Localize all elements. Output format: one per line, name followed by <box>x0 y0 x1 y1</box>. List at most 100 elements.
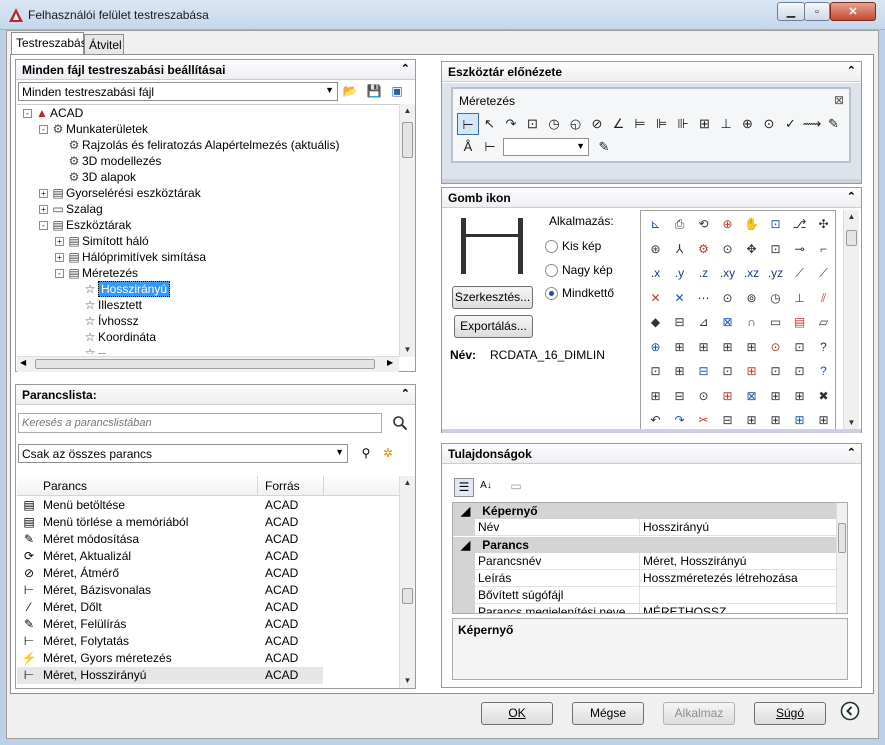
button-image-icon[interactable]: ⊚ <box>741 288 762 309</box>
button-image-icon[interactable]: ▭ <box>765 312 786 333</box>
toolbar-button-icon[interactable]: ⟿ <box>801 113 823 135</box>
button-image-icon[interactable]: ⊞ <box>765 386 786 407</box>
button-image-icon[interactable]: ⊞ <box>669 337 690 358</box>
edit-button[interactable]: Szerkesztés... <box>452 286 533 309</box>
button-image-icon[interactable]: ⊡ <box>717 361 738 382</box>
button-image-icon[interactable]: ⊡ <box>789 361 810 382</box>
splitter[interactable] <box>442 179 861 183</box>
toolbar-button-icon[interactable]: ◵ <box>565 113 587 135</box>
tree-item[interactable]: ⚙ 3D modellezés <box>55 153 162 169</box>
command-row[interactable]: ▤ Menü törlése a memóriából ACAD <box>17 514 323 531</box>
button-image-icon[interactable]: ⊠ <box>741 386 762 407</box>
search-icon[interactable] <box>392 415 408 431</box>
command-row[interactable]: ⊢ Méret, Folytatás ACAD <box>17 633 323 650</box>
prop-desc-row[interactable]: Leírás Hosszméretezés létrehozása <box>453 570 837 587</box>
button-image-icon[interactable]: ⊟ <box>669 386 690 407</box>
save-as-icon[interactable]: ▣ <box>389 83 405 99</box>
collapse-icon[interactable]: ⌃ <box>401 62 410 75</box>
button-image-icon[interactable]: ⊞ <box>741 361 762 382</box>
button-image-icon[interactable]: ⌐ <box>813 239 834 260</box>
button-image-icon[interactable]: ⎇ <box>789 214 810 235</box>
scroll-thumb[interactable] <box>838 523 846 553</box>
scroll-thumb[interactable] <box>846 230 857 246</box>
col-command[interactable]: Parancs <box>43 476 87 496</box>
button-image-icon[interactable]: ⊸ <box>789 239 810 260</box>
button-image-icon[interactable]: ⊞ <box>693 337 714 358</box>
button-image-icon[interactable]: ⊥ <box>789 288 810 309</box>
command-row[interactable]: ⟳ Méret, Aktualizál ACAD <box>17 548 323 565</box>
toolbar-button-icon[interactable]: ✎ <box>823 113 845 135</box>
button-image-icon[interactable]: ⊾ <box>645 214 666 235</box>
category-display[interactable]: ◢ Képernyő <box>453 503 837 519</box>
button-image-icon[interactable]: ⟋ <box>813 263 834 284</box>
close-button[interactable]: ✕ <box>830 2 876 21</box>
dim-style-combo[interactable]: ▼ <box>503 138 589 156</box>
scroll-up-icon[interactable]: ▲ <box>844 210 859 224</box>
toolbar-button-icon[interactable]: ⊘ <box>586 113 608 135</box>
prop-cmdname-row[interactable]: Parancsnév Méret, Hosszirányú <box>453 553 837 570</box>
button-image-icon[interactable]: ▱ <box>813 312 834 333</box>
button-image-icon[interactable]: ⅄ <box>669 239 690 260</box>
prop-name-row[interactable]: Név Hosszirányú <box>453 519 837 536</box>
tree-hscrollbar[interactable]: ◀ ▶ <box>17 356 399 372</box>
button-image-icon[interactable]: ⊟ <box>669 312 690 333</box>
button-image-icon[interactable]: ⟲ <box>693 214 714 235</box>
tab-transfer[interactable]: Átvitel <box>84 34 124 54</box>
radio-both[interactable]: Mindkettő <box>545 286 614 301</box>
button-image-icon[interactable]: ⊞ <box>741 410 762 429</box>
toolbar-close-icon[interactable]: ⊠ <box>834 93 844 107</box>
toolbar-button-icon[interactable]: ↷ <box>500 113 522 135</box>
toolbar-button-icon[interactable]: ⊡ <box>522 113 544 135</box>
tree-item[interactable]: - ▤ Méretezés <box>55 265 138 281</box>
button-image-icon[interactable]: ⊞ <box>669 361 690 382</box>
button-image-icon[interactable]: ⊠ <box>717 312 738 333</box>
prop-display-row[interactable]: Parancs megjelenítési neve MÉRETHOSSZ <box>453 604 837 613</box>
button-image-icon[interactable]: ⎙ <box>669 214 690 235</box>
help-button[interactable]: Súgó <box>754 702 826 725</box>
scroll-right-icon[interactable]: ▶ <box>387 358 393 367</box>
button-image-icon[interactable]: ⊞ <box>741 337 762 358</box>
property-pages-icon[interactable]: ▭ <box>508 478 524 494</box>
tree-vscrollbar[interactable]: ▲ ▼ <box>399 104 415 357</box>
files-combo[interactable]: Minden testreszabási fájl ▼ <box>18 82 338 101</box>
button-image-icon[interactable]: ✕ <box>645 288 666 309</box>
expand-toggle-icon[interactable]: - <box>55 269 64 279</box>
tree-item[interactable]: ☆ Ívhossz <box>71 313 139 329</box>
button-image-icon[interactable]: ✣ <box>813 214 834 235</box>
toolbar-button-icon[interactable]: ⊕ <box>737 113 759 135</box>
dim-update-icon[interactable]: ⊢ <box>479 136 501 158</box>
tree-item[interactable]: - ▲ ACAD <box>23 105 83 121</box>
button-image-icon[interactable]: ⊕ <box>717 214 738 235</box>
axis-filter-icon[interactable]: .xz <box>741 263 762 284</box>
button-image-icon[interactable]: ✥ <box>741 239 762 260</box>
dim-style-icon[interactable]: ✎ <box>593 136 615 158</box>
button-image-icon[interactable]: ⊛ <box>645 239 666 260</box>
tree-item[interactable]: + ▭ Szalag <box>39 201 103 217</box>
button-image-icon[interactable]: ∩ <box>741 312 762 333</box>
export-button[interactable]: Exportálás... <box>454 315 533 338</box>
expand-toggle-icon[interactable]: + <box>39 189 48 199</box>
button-image-icon[interactable]: ✕ <box>669 288 690 309</box>
button-image-icon[interactable]: ⋯ <box>693 288 714 309</box>
prop-name-value[interactable]: Hosszirányú <box>643 519 709 536</box>
prop-desc-value[interactable]: Hosszméretezés létrehozása <box>643 570 798 587</box>
button-image-icon[interactable]: ? <box>813 337 834 358</box>
button-image-icon[interactable]: ⊞ <box>717 386 738 407</box>
tree-item[interactable]: ☆ Koordináta <box>71 329 156 345</box>
button-image-icon[interactable]: ↶ <box>645 410 666 429</box>
axis-filter-icon[interactable]: .x <box>645 263 666 284</box>
collapse-icon[interactable]: ⌃ <box>847 64 856 77</box>
axis-filter-icon[interactable]: .y <box>669 263 690 284</box>
button-image-icon[interactable]: ⊟ <box>717 410 738 429</box>
scroll-up-icon[interactable]: ▲ <box>400 476 415 490</box>
button-image-icon[interactable]: ⫽ <box>813 288 834 309</box>
button-image-icon[interactable]: ◷ <box>765 288 786 309</box>
button-image-icon[interactable]: ✋ <box>741 214 762 235</box>
expand-toggle-icon[interactable]: + <box>55 237 64 247</box>
toolbar-button-icon[interactable]: ↖ <box>479 113 501 135</box>
command-row[interactable]: ⊘ Méret, Átmérő ACAD <box>17 565 323 582</box>
button-image-icon[interactable]: ? <box>813 361 834 382</box>
tab-customize[interactable]: Testreszabás <box>11 32 87 55</box>
dim-text-icon[interactable]: Å <box>457 136 479 158</box>
tree-item[interactable]: + ▤ Simított háló <box>55 233 149 249</box>
